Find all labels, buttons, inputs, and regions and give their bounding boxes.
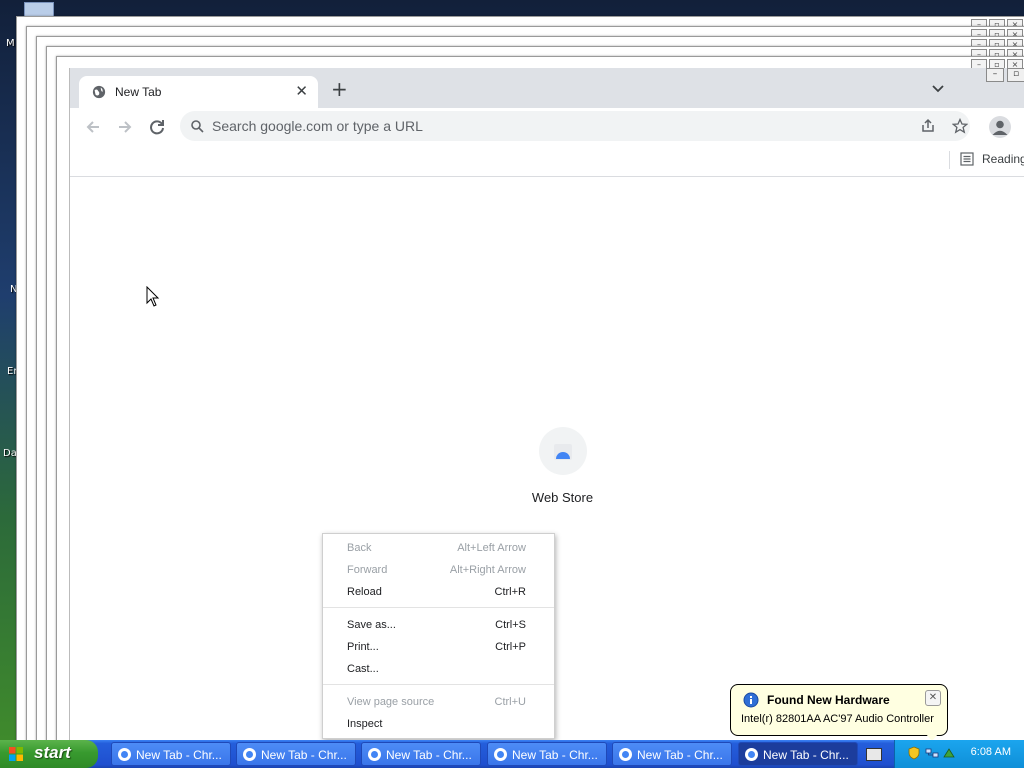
taskbar-button-label: New Tab - Chr... xyxy=(386,748,472,762)
shortcut-label: Web Store xyxy=(531,490,594,505)
taskbar-button[interactable]: New Tab - Chr... xyxy=(361,742,481,766)
menu-item-label: Back xyxy=(347,542,372,554)
menu-separator xyxy=(323,607,554,608)
window-controls: – ▫ xyxy=(986,68,1024,82)
taskbar-button[interactable]: New Tab - Chr... xyxy=(487,742,607,766)
mouse-cursor-icon xyxy=(146,286,160,307)
menu-item-label: Reload xyxy=(347,586,382,598)
taskbar-button-active[interactable]: New Tab - Chr... xyxy=(738,742,858,766)
menu-item-shortcut: Ctrl+U xyxy=(494,696,526,708)
menu-item-print[interactable]: Print... Ctrl+P xyxy=(323,636,554,658)
chrome-icon xyxy=(745,748,758,761)
menu-item-shortcut: Ctrl+R xyxy=(494,586,526,598)
menu-item-label: Print... xyxy=(347,641,379,653)
safely-remove-hardware-icon[interactable] xyxy=(942,746,956,760)
menu-item-shortcut: Ctrl+P xyxy=(495,641,526,653)
menu-item-label: Inspect xyxy=(347,718,383,730)
start-label: start xyxy=(34,743,71,762)
maximize-icon[interactable]: ▫ xyxy=(1007,68,1024,82)
menu-item-inspect[interactable]: Inspect xyxy=(323,713,554,735)
globe-icon xyxy=(92,85,106,99)
network-icon[interactable] xyxy=(925,746,939,760)
forward-icon[interactable] xyxy=(114,116,136,138)
minimize-icon[interactable]: – xyxy=(986,68,1004,82)
menu-item-reload[interactable]: Reload Ctrl+R xyxy=(323,581,554,603)
tab-new-tab[interactable]: New Tab ✕ xyxy=(79,76,318,108)
omnibox[interactable] xyxy=(180,111,970,141)
new-tab-icon[interactable]: + xyxy=(331,79,348,99)
menu-item-forward[interactable]: Forward Alt+Right Arrow xyxy=(323,559,554,581)
divider xyxy=(949,151,950,169)
menu-item-shortcut: Alt+Left Arrow xyxy=(457,542,526,554)
back-icon[interactable] xyxy=(82,116,104,138)
clock[interactable]: 6:08 AM xyxy=(971,746,1011,758)
context-menu: Back Alt+Left Arrow Forward Alt+Right Arro… xyxy=(322,533,555,739)
reading-list-button[interactable]: Reading xyxy=(960,152,1024,166)
star-icon[interactable] xyxy=(952,118,968,134)
notification-title: Found New Hardware xyxy=(767,693,890,707)
start-button[interactable]: start xyxy=(0,740,98,768)
menu-item-label: View page source xyxy=(347,696,435,708)
browser-toolbar xyxy=(70,108,1024,144)
tab-close-icon[interactable]: ✕ xyxy=(295,82,308,100)
taskbar-button-label: New Tab - Chr... xyxy=(512,748,598,762)
notification-balloon[interactable]: Found New Hardware ✕ Intel(r) 82801AA AC… xyxy=(730,684,948,736)
chrome-icon xyxy=(494,748,507,761)
chrome-icon xyxy=(118,748,131,761)
taskbar-button[interactable]: New Tab - Chr... xyxy=(612,742,732,766)
menu-item-label: Forward xyxy=(347,564,388,576)
tab-title: New Tab xyxy=(115,85,162,99)
menu-item-shortcut: Ctrl+S xyxy=(495,619,526,631)
menu-item-back[interactable]: Back Alt+Left Arrow xyxy=(323,537,554,559)
share-icon[interactable] xyxy=(920,118,936,134)
reading-list-icon xyxy=(960,152,974,166)
notification-message: Intel(r) 82801AA AC'97 Audio Controller xyxy=(741,713,934,725)
taskbar-button-label: New Tab - Chr... xyxy=(136,748,222,762)
web-store-icon xyxy=(538,427,587,475)
menu-item-save-as[interactable]: Save as... Ctrl+S xyxy=(323,614,554,636)
tab-strip: New Tab ✕ + – ▫ xyxy=(70,68,1024,108)
menu-item-label: Cast... xyxy=(347,663,379,675)
reload-icon[interactable] xyxy=(146,116,168,138)
windows-logo-icon xyxy=(9,747,23,761)
address-input[interactable] xyxy=(212,115,852,137)
keyboard-icon[interactable] xyxy=(866,748,882,761)
menu-item-label: Save as... xyxy=(347,619,396,631)
close-icon[interactable]: ✕ xyxy=(925,690,941,706)
chevron-down-icon[interactable] xyxy=(931,82,945,96)
shortcut-web-store[interactable]: Web Store xyxy=(525,427,600,505)
chrome-icon xyxy=(368,748,381,761)
profile-avatar-icon[interactable] xyxy=(989,116,1011,138)
taskbar-button[interactable]: New Tab - Chr... xyxy=(236,742,356,766)
taskbar-button-label: New Tab - Chr... xyxy=(637,748,723,762)
menu-item-cast[interactable]: Cast... xyxy=(323,658,554,680)
system-tray: 6:08 AM xyxy=(894,740,1024,768)
reading-list-label: Reading xyxy=(982,152,1024,166)
info-icon xyxy=(743,692,759,708)
menu-item-view-source[interactable]: View page source Ctrl+U xyxy=(323,691,554,713)
menu-separator xyxy=(323,684,554,685)
bookmarks-bar: Reading xyxy=(70,144,1024,177)
taskbar: start New Tab - Chr... New Tab - Chr... … xyxy=(0,740,1024,768)
chrome-icon xyxy=(619,748,632,761)
search-icon xyxy=(191,120,204,133)
chrome-icon xyxy=(243,748,256,761)
security-shield-icon[interactable] xyxy=(907,746,921,760)
taskbar-button[interactable]: New Tab - Chr... xyxy=(111,742,231,766)
taskbar-button-label: New Tab - Chr... xyxy=(261,748,347,762)
taskbar-button-label: New Tab - Chr... xyxy=(763,748,849,762)
menu-item-shortcut: Alt+Right Arrow xyxy=(449,564,526,576)
